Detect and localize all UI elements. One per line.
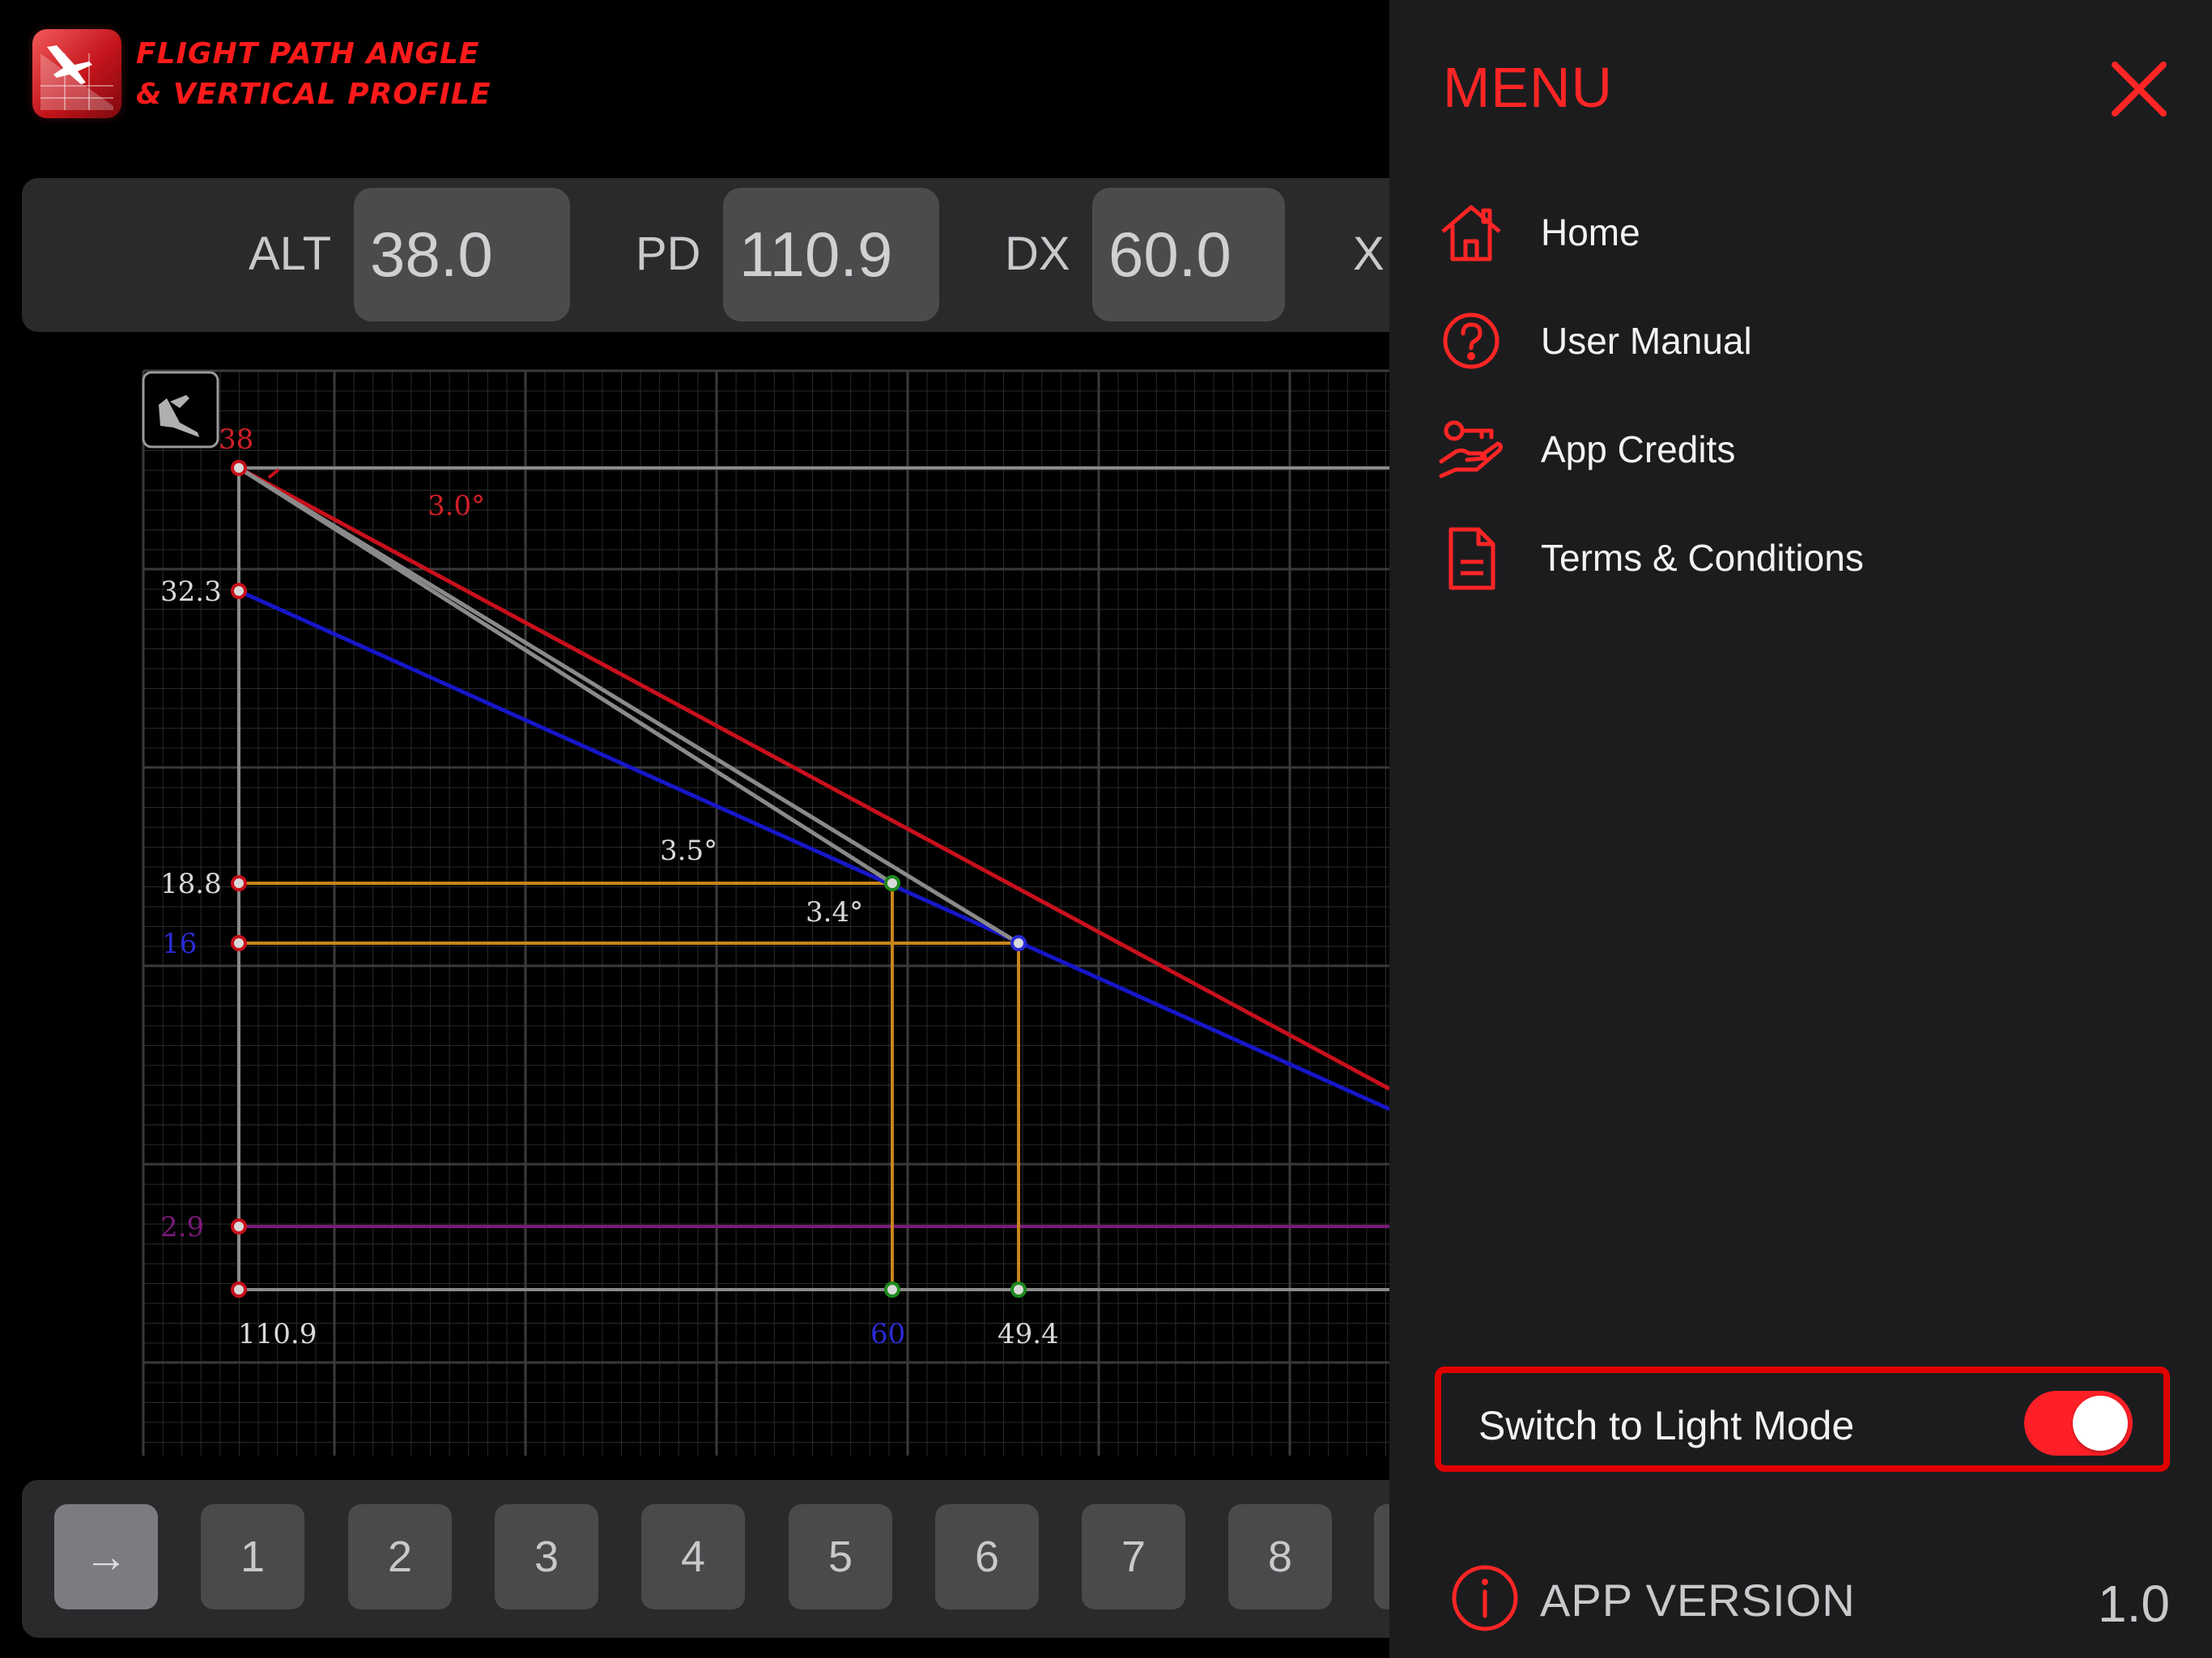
menu-item-user-manual[interactable]: User Manual <box>1389 296 2212 385</box>
app-title-line2: & VERTICAL PROFILE <box>136 78 491 111</box>
angle-label-3-4: 3.4° <box>806 896 863 929</box>
toggle-knob <box>2073 1396 2128 1451</box>
home-icon <box>1435 196 1508 269</box>
dx-input[interactable]: 60.0 <box>1092 188 1285 321</box>
dist-label-49-4: 49.4 <box>998 1318 1059 1350</box>
menu-label-terms: Terms & Conditions <box>1541 537 1864 579</box>
menu-item-terms[interactable]: Terms & Conditions <box>1389 513 2212 602</box>
tab-3[interactable]: 3 <box>495 1504 598 1609</box>
input-bar: ALT 38.0 PD 110.9 DX 60.0 X <box>22 178 1389 332</box>
dist-label-110-9: 110.9 <box>238 1318 317 1350</box>
app-version-value: 1.0 <box>2098 1575 2170 1633</box>
tab-6[interactable]: 6 <box>935 1504 1039 1609</box>
document-icon <box>1435 521 1508 594</box>
scenario-tab-bar: → 1 2 3 4 5 6 7 8 <box>22 1480 1389 1638</box>
app-version-row: APP VERSION 1.0 <box>1389 1562 2212 1643</box>
angle-label-3-0: 3.0° <box>428 490 485 522</box>
alt-input[interactable]: 38.0 <box>354 188 570 321</box>
side-menu: MENU Home User Manual App Credits Terms … <box>1389 0 2212 1658</box>
alt-label-2-9: 2.9 <box>160 1211 204 1244</box>
light-mode-label: Switch to Light Mode <box>1478 1403 1855 1448</box>
graph-grid-minor <box>143 371 1389 1456</box>
tab-7[interactable]: 7 <box>1082 1504 1185 1609</box>
app-header: FLIGHT PATH ANGLE & VERTICAL PROFILE <box>0 0 1389 154</box>
tab-1[interactable]: 1 <box>201 1504 304 1609</box>
menu-label-app-credits: App Credits <box>1541 428 1736 470</box>
aircraft-mode-icon[interactable] <box>142 371 219 449</box>
info-circle-icon <box>1449 1562 1521 1634</box>
alt-label-18-8: 18.8 <box>160 868 222 900</box>
tab-2[interactable]: 2 <box>348 1504 452 1609</box>
angle-label-3-5: 3.5° <box>660 835 717 867</box>
tab-9-partial[interactable] <box>1374 1504 1389 1609</box>
menu-item-home[interactable]: Home <box>1389 188 2212 277</box>
menu-title: MENU <box>1443 56 1614 119</box>
descending-aircraft-logo-icon <box>32 29 121 118</box>
app-version-label: APP VERSION <box>1540 1575 1856 1626</box>
light-mode-row: Switch to Light Mode <box>1435 1367 2170 1472</box>
pd-label: PD <box>636 227 701 280</box>
light-mode-toggle[interactable] <box>2024 1391 2133 1456</box>
key-hand-icon <box>1435 413 1508 486</box>
alt-label-32-3: 32.3 <box>160 576 222 608</box>
menu-label-home: Home <box>1541 211 1640 253</box>
arrow-right-icon[interactable]: → <box>54 1504 158 1609</box>
vertical-profile-graph[interactable]: 38 32.3 18.8 16 2.9 110.9 60 49.4 3.0° 3… <box>0 348 1389 1473</box>
tab-8[interactable]: 8 <box>1228 1504 1332 1609</box>
alt-label-38: 38 <box>219 423 253 456</box>
menu-item-app-credits[interactable]: App Credits <box>1389 405 2212 494</box>
pd-input[interactable]: 110.9 <box>723 188 939 321</box>
close-icon[interactable] <box>2107 57 2172 121</box>
question-circle-icon <box>1435 304 1508 377</box>
x-label: X <box>1353 227 1385 280</box>
alt-label-16: 16 <box>162 928 197 960</box>
app-title-line1: FLIGHT PATH ANGLE <box>136 37 480 70</box>
tab-4[interactable]: 4 <box>641 1504 745 1609</box>
dx-label: DX <box>1005 227 1070 280</box>
menu-label-user-manual: User Manual <box>1541 320 1752 362</box>
alt-label: ALT <box>249 227 332 280</box>
dist-label-60: 60 <box>870 1318 905 1350</box>
tab-5[interactable]: 5 <box>789 1504 892 1609</box>
